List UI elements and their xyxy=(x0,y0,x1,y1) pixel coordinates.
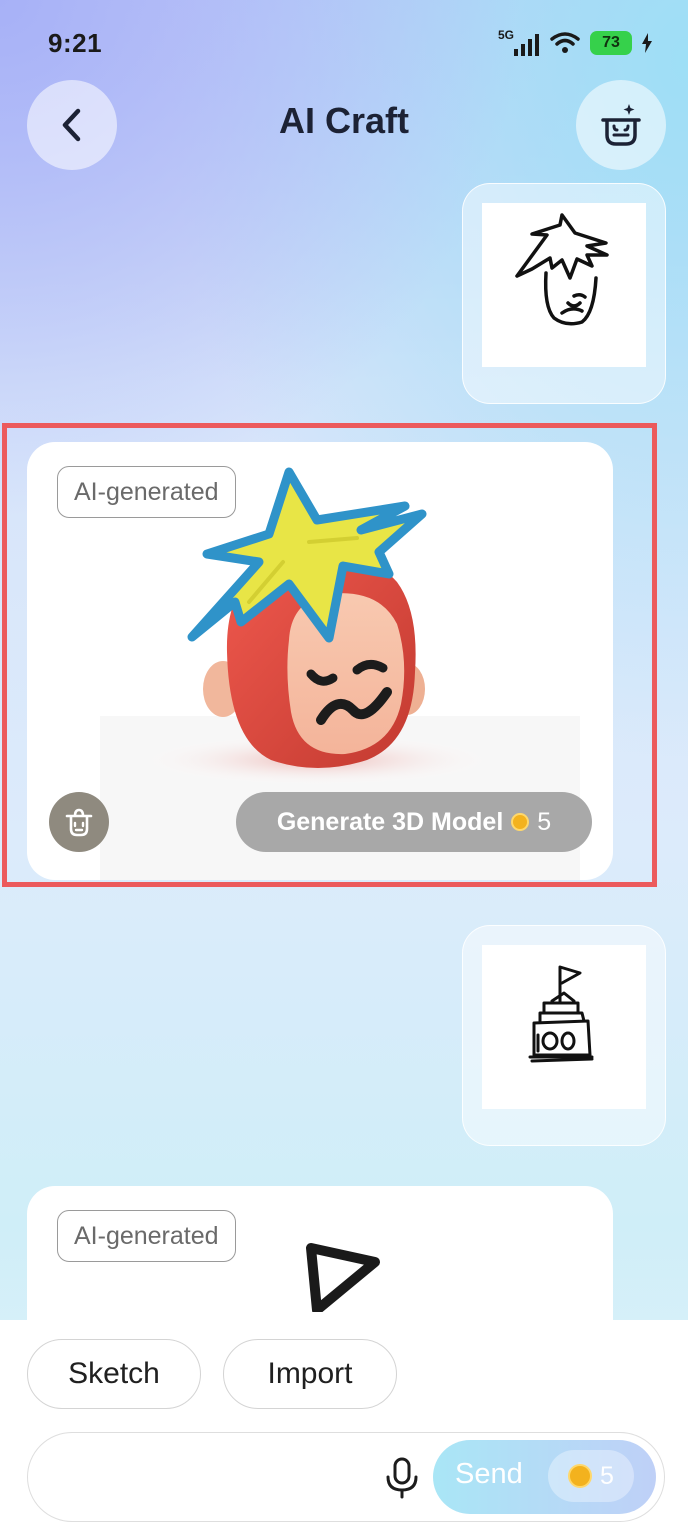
send-button[interactable]: Send 5 xyxy=(433,1440,656,1514)
coin-icon xyxy=(511,813,530,831)
signal-icon: 5G xyxy=(498,28,540,56)
send-cost-badge: 5 xyxy=(548,1450,634,1502)
user-sketch-message[interactable] xyxy=(462,925,666,1146)
tower-flag-sketch xyxy=(528,965,594,1063)
generate-3d-label: Generate 3D Model xyxy=(276,807,504,836)
ai-result-card[interactable]: AI-generated xyxy=(27,442,613,880)
sketch-chip[interactable]: Sketch xyxy=(27,1339,201,1409)
ai-result-card[interactable]: AI-generated xyxy=(27,1186,613,1326)
status-time: 9:21 xyxy=(48,28,103,58)
generate-3d-cost: 5 xyxy=(537,807,552,836)
generate-3d-model-button[interactable]: Generate 3D Model 5 xyxy=(236,792,592,852)
status-icons: 5G 73 xyxy=(498,28,652,58)
send-cost: 5 xyxy=(600,1461,614,1490)
sketch-image xyxy=(482,945,646,1109)
battery-icon: 73 xyxy=(590,31,632,55)
coin-icon xyxy=(568,1464,593,1488)
craft-history-button[interactable] xyxy=(576,80,666,170)
user-sketch-message[interactable] xyxy=(462,183,666,404)
spiky-hair-sketch xyxy=(515,213,609,326)
message-input[interactable] xyxy=(52,1451,372,1503)
craft-pot-icon xyxy=(601,104,641,146)
import-chip[interactable]: Import xyxy=(223,1339,397,1409)
composer: Sketch Import Send 5 xyxy=(0,1320,688,1532)
ai-generated-badge: AI-generated xyxy=(57,466,236,518)
voice-button[interactable] xyxy=(380,1455,424,1501)
ai-render-preview xyxy=(306,1243,380,1312)
message-input-bar: Send 5 xyxy=(27,1432,665,1522)
network-label: 5G xyxy=(498,28,515,42)
microphone-icon xyxy=(386,1457,418,1499)
send-label: Send xyxy=(455,1458,523,1490)
status-bar: 9:21 5G 73 xyxy=(0,0,688,84)
trash-icon xyxy=(65,808,93,837)
wifi-icon xyxy=(550,32,580,53)
sketch-image xyxy=(482,203,646,367)
ai-generated-badge: AI-generated xyxy=(57,1210,236,1262)
charging-icon xyxy=(642,33,652,53)
delete-button[interactable] xyxy=(49,792,109,852)
